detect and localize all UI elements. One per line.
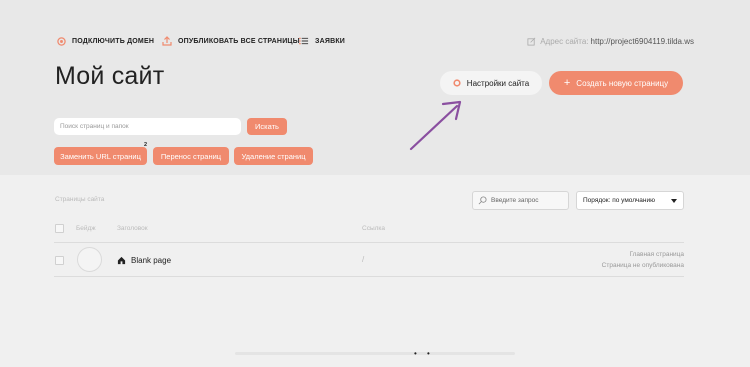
arrow-annotation xyxy=(409,100,462,151)
filter-search-input[interactable]: Введите запрос xyxy=(472,191,569,210)
site-settings-button[interactable]: Настройки сайта xyxy=(440,71,542,95)
replace-url-button[interactable]: Заменить URL страниц xyxy=(54,147,147,165)
order-select-value: Порядок: по умолчанию xyxy=(583,197,656,204)
column-link: Ссылка xyxy=(362,225,386,232)
create-page-button[interactable]: + Создать новую страницу xyxy=(549,71,683,95)
select-all-checkbox[interactable] xyxy=(55,224,64,233)
gear-icon xyxy=(453,79,461,87)
plus-icon: + xyxy=(563,76,571,89)
publish-all-link[interactable]: ОПУБЛИКОВАТЬ ВСЕ СТРАНИЦЫ xyxy=(162,35,300,47)
pages-section-label: Страницы сайта xyxy=(55,196,105,203)
leads-label: ЗАЯВКИ xyxy=(315,37,346,45)
edit-icon xyxy=(527,37,536,46)
row-checkbox[interactable] xyxy=(55,256,64,265)
publish-all-label: ОПУБЛИКОВАТЬ ВСЕ СТРАНИЦЫ xyxy=(178,37,300,45)
chevron-down-icon xyxy=(671,198,677,203)
filter-search-placeholder: Введите запрос xyxy=(491,197,539,204)
column-badge: Бейдж xyxy=(76,225,96,232)
more-dots-icon: • • xyxy=(414,349,434,358)
publish-status: Страница не опубликована xyxy=(601,262,684,269)
order-select[interactable]: Порядок: по умолчанию xyxy=(576,191,684,210)
page-link[interactable]: / xyxy=(362,255,364,264)
globe-icon xyxy=(56,36,66,46)
site-settings-label: Настройки сайта xyxy=(466,78,530,88)
site-address[interactable]: Адрес сайта: http://project6904119.tilda… xyxy=(527,35,694,47)
search-button[interactable]: Искать xyxy=(247,118,287,135)
divider xyxy=(54,276,684,277)
home-page-status: Главная страница xyxy=(629,251,684,258)
replace-url-count: 2 xyxy=(144,142,148,148)
horizontal-scrollbar[interactable] xyxy=(235,352,515,355)
address-label: Адрес сайта: xyxy=(540,36,589,46)
create-page-label: Создать новую страницу xyxy=(576,78,669,88)
page-search-input[interactable]: Поиск страниц и папок xyxy=(54,118,241,135)
page-badge-thumbnail[interactable] xyxy=(77,247,102,272)
delete-pages-button[interactable]: Удаление страниц xyxy=(234,147,313,165)
divider xyxy=(54,242,684,243)
page-title: Мой сайт xyxy=(55,62,165,90)
connect-domain-link[interactable]: ПОДКЛЮЧИТЬ ДОМЕН xyxy=(56,35,154,47)
search-icon xyxy=(478,196,487,205)
home-icon xyxy=(117,256,126,265)
upload-icon xyxy=(162,36,172,46)
page-title-link[interactable]: Blank page xyxy=(117,255,171,266)
move-pages-button[interactable]: Перенос страниц xyxy=(153,147,229,165)
column-title: Заголовок xyxy=(117,225,148,232)
leads-link[interactable]: ЗАЯВКИ xyxy=(299,35,345,47)
connect-domain-label: ПОДКЛЮЧИТЬ ДОМЕН xyxy=(72,37,155,45)
page-name-label: Blank page xyxy=(131,256,172,265)
address-value: http://project6904119.tilda.ws xyxy=(590,36,694,46)
list-icon xyxy=(299,36,309,46)
